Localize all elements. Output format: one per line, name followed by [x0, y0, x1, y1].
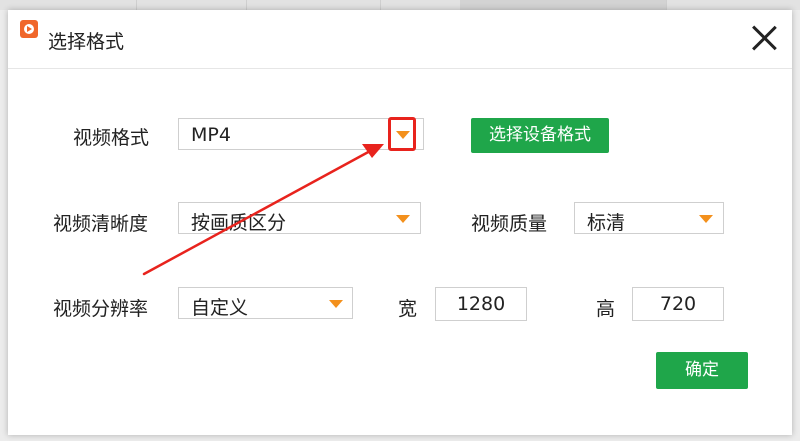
video-clarity-label: 视频清晰度	[53, 213, 149, 235]
background-tab	[246, 0, 381, 10]
dialog-title: 选择格式	[48, 31, 125, 53]
video-quality-select[interactable]: 标清	[574, 202, 724, 234]
height-input[interactable]: 720	[632, 287, 724, 321]
chevron-down-icon[interactable]	[699, 215, 713, 223]
video-resolution-select[interactable]: 自定义	[178, 287, 353, 319]
background-tab	[136, 0, 247, 10]
video-quality-label: 视频质量	[471, 213, 548, 235]
video-resolution-value: 自定义	[191, 297, 249, 319]
background-tab	[0, 0, 137, 10]
video-clarity-value: 按画质区分	[191, 212, 287, 234]
video-resolution-label: 视频分辨率	[53, 298, 149, 320]
confirm-button[interactable]: 确定	[656, 352, 748, 389]
background-window-strip	[0, 0, 800, 10]
width-label: 宽	[398, 298, 418, 320]
app-logo-icon	[20, 20, 38, 38]
video-quality-value: 标清	[587, 212, 626, 234]
video-clarity-select[interactable]: 按画质区分	[178, 202, 421, 234]
close-icon[interactable]	[750, 24, 778, 52]
video-format-label: 视频格式	[73, 127, 150, 149]
dialog-titlebar: 选择格式	[8, 10, 792, 69]
select-format-dialog: 选择格式 视频格式 MP4 选择设备格式 视频清晰度 按画质区分 视频质量 标清…	[8, 10, 792, 435]
background-tab	[460, 0, 667, 10]
chevron-down-icon[interactable]	[396, 215, 410, 223]
width-input[interactable]: 1280	[435, 287, 527, 321]
height-label: 高	[596, 298, 616, 320]
video-format-value: MP4	[191, 124, 231, 146]
annotation-highlight-box	[388, 117, 416, 151]
chevron-down-icon[interactable]	[329, 300, 343, 308]
select-device-format-button[interactable]: 选择设备格式	[471, 118, 609, 153]
